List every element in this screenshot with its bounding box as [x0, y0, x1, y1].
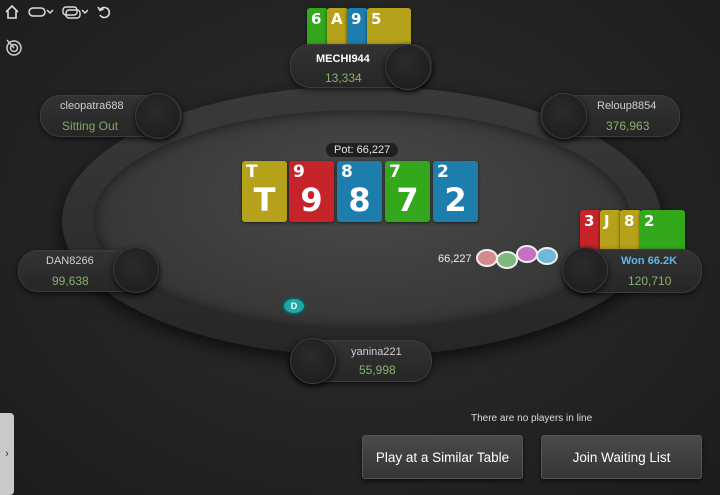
player-left-name: DAN8266 — [46, 255, 94, 267]
player-bottom-name: yanina221 — [351, 346, 402, 358]
chevron-right-icon: › — [5, 448, 9, 460]
pot-label: Pot: 66,227 — [326, 143, 399, 157]
hole-card: 8 — [620, 210, 641, 252]
player-top-left-avatar[interactable] — [135, 93, 181, 139]
player-bottom-stack: 55,998 — [359, 363, 396, 377]
player-top-left-stack: Sitting Out — [62, 119, 119, 133]
player-top-right-avatar[interactable] — [541, 93, 587, 139]
target-icon[interactable] — [4, 38, 24, 61]
player-right-avatar[interactable] — [562, 247, 608, 293]
board-card: 22 — [433, 161, 478, 222]
board-card: TT — [242, 161, 287, 222]
waiting-list-status: There are no players in line — [471, 413, 593, 424]
player-top-avatar[interactable] — [385, 44, 431, 90]
board-card: 88 — [337, 161, 382, 222]
player-top-stack: 13,334 — [325, 71, 362, 85]
hole-card: 3 — [580, 210, 601, 252]
board-card: 99 — [289, 161, 334, 222]
chip-icon — [536, 247, 558, 265]
player-bottom-avatar[interactable] — [290, 338, 336, 384]
player-top-name: MECHI944 — [316, 53, 370, 65]
chip-icon — [476, 249, 498, 267]
hole-card: J — [600, 210, 621, 252]
player-left-avatar[interactable] — [113, 247, 159, 293]
player-left-stack: 99,638 — [52, 274, 89, 288]
home-icon[interactable] — [4, 4, 20, 20]
dealer-button-icon: D — [282, 297, 306, 315]
player-top-right-stack: 376,963 — [606, 119, 650, 133]
top-toolbar — [4, 4, 112, 20]
undo-icon[interactable] — [96, 4, 112, 20]
chip-icon — [496, 251, 518, 269]
chip-icon — [516, 245, 538, 263]
player-top-left-name: cleopatra688 — [60, 100, 124, 112]
join-waiting-list-button[interactable]: Join Waiting List — [541, 435, 702, 479]
play-similar-table-button[interactable]: Play at a Similar Table — [362, 435, 523, 479]
player-right-status: Won 66.2K — [621, 255, 678, 267]
side-panel-toggle[interactable]: › — [0, 413, 14, 495]
rebuy-icon[interactable] — [62, 5, 88, 19]
board-card: 77 — [385, 161, 430, 222]
hole-card: 2 — [640, 210, 685, 252]
player-top-right-name: Reloup8854 — [597, 100, 657, 112]
sit-out-icon[interactable] — [28, 5, 54, 19]
winner-chip-amount: 66,227 — [438, 253, 472, 265]
player-right-stack: 120,710 — [628, 274, 672, 288]
